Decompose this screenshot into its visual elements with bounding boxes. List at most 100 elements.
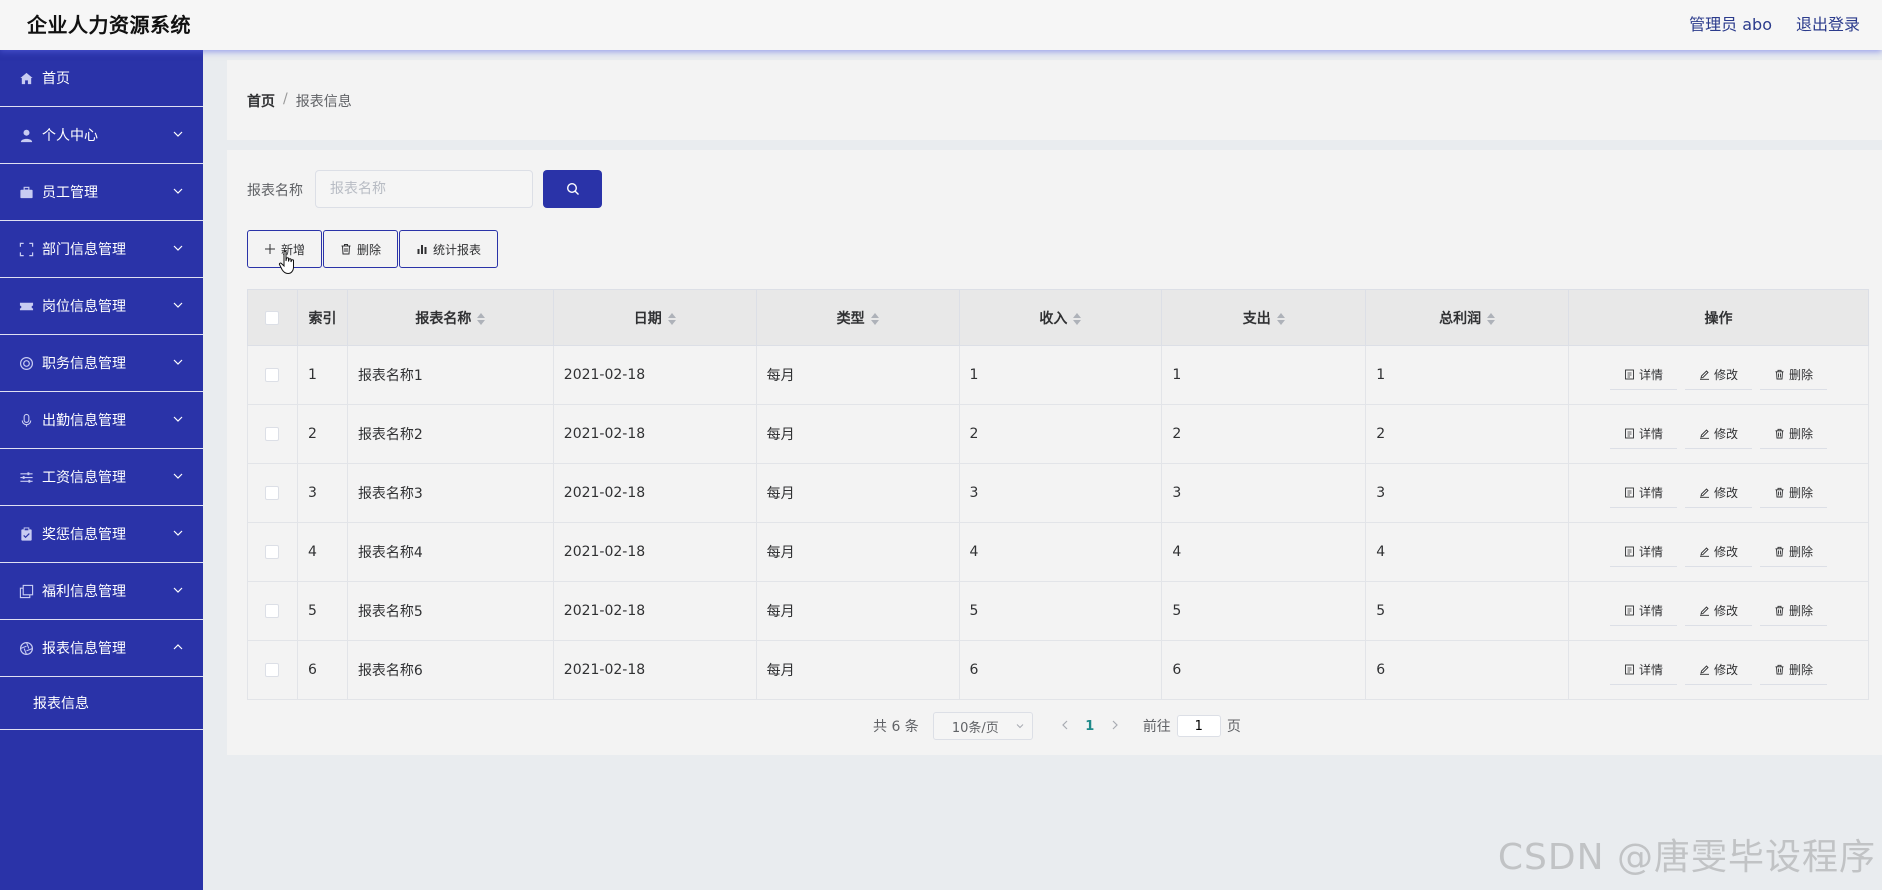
column-header-date[interactable]: 日期 [552, 289, 757, 346]
sidebar-item-benefits[interactable]: 福利信息管理 [0, 563, 203, 620]
row-delete-button[interactable]: 删除 [1760, 655, 1828, 685]
cell-actions: 详情 修改 删除 [1568, 345, 1869, 405]
edit-button[interactable]: 修改 [1685, 596, 1753, 626]
sort-icon[interactable] [1276, 312, 1285, 326]
column-header-type[interactable]: 类型 [755, 289, 960, 346]
row-checkbox[interactable] [265, 368, 280, 382]
row-select-cell [247, 345, 298, 405]
page-number-current[interactable]: 1 [1075, 719, 1105, 734]
chevron-left-icon [1061, 720, 1068, 730]
sidebar-item-attendance[interactable]: 出勤信息管理 [0, 392, 203, 449]
detail-button[interactable]: 详情 [1609, 360, 1677, 390]
clipboard-icon [18, 526, 34, 542]
sidebar-item-label: 职务信息管理 [42, 356, 126, 372]
cell-index: 1 [296, 345, 348, 405]
sort-icon[interactable] [667, 312, 676, 326]
sidebar: 首页 个人中心 员工管理 部门信息管理 岗位信息管理 职务信息管理 出勤信息管理… [0, 50, 203, 890]
logout-link[interactable]: 退出登录 [1796, 11, 1860, 35]
detail-button[interactable]: 详情 [1609, 419, 1677, 449]
sidebar-subitem-label: 报表信息 [33, 696, 89, 712]
page-size-select[interactable]: 10条/页 [932, 712, 1033, 740]
row-actions: 详情 修改 删除 [1569, 537, 1868, 567]
row-delete-button-label: 删除 [1789, 545, 1814, 559]
table-row: 6 报表名称6 2021-02-18 每月 6 6 6 详情 修改 删除 [247, 640, 1869, 700]
column-header-actions: 操作 [1568, 289, 1869, 346]
row-delete-button[interactable]: 删除 [1760, 419, 1828, 449]
sidebar-subitem-report-info[interactable]: 报表信息 [0, 677, 203, 730]
goto-page-input[interactable] [1176, 715, 1221, 737]
aperture-icon [18, 640, 34, 656]
sidebar-item-label: 出勤信息管理 [42, 413, 126, 429]
search-button[interactable] [543, 170, 602, 208]
detail-button-label: 详情 [1638, 604, 1663, 618]
cell-actions: 详情 修改 删除 [1568, 640, 1869, 700]
chevron-down-icon [173, 131, 183, 137]
cell-date: 2021-02-18 [552, 463, 757, 523]
sidebar-item-employees[interactable]: 员工管理 [0, 164, 203, 221]
table-row: 3 报表名称3 2021-02-18 每月 3 3 3 详情 修改 删除 [247, 463, 1869, 523]
delete-button[interactable]: 删除 [323, 230, 399, 268]
column-header-profit[interactable]: 总利润 [1365, 289, 1570, 346]
cell-index: 3 [296, 463, 348, 523]
sidebar-item-home[interactable]: 首页 [0, 50, 203, 107]
edit-button[interactable]: 修改 [1685, 478, 1753, 508]
row-delete-button[interactable]: 删除 [1760, 360, 1828, 390]
detail-button[interactable]: 详情 [1609, 655, 1677, 685]
row-delete-button[interactable]: 删除 [1760, 478, 1828, 508]
sort-icon[interactable] [1487, 312, 1496, 326]
sidebar-item-rewards[interactable]: 奖惩信息管理 [0, 506, 203, 563]
cell-expense: 3 [1161, 463, 1367, 523]
sliders-icon [18, 469, 34, 485]
column-header-expense[interactable]: 支出 [1161, 289, 1367, 346]
cell-expense: 4 [1161, 522, 1367, 582]
column-header-label: 报表名称 [415, 310, 472, 327]
row-checkbox[interactable] [265, 663, 280, 677]
cell-report-name: 报表名称2 [346, 404, 554, 464]
row-delete-button[interactable]: 删除 [1760, 537, 1828, 567]
sort-icon[interactable] [870, 312, 879, 326]
sidebar-item-departments[interactable]: 部门信息管理 [0, 221, 203, 278]
plus-icon [265, 244, 275, 254]
edit-button[interactable]: 修改 [1685, 537, 1753, 567]
stats-report-button[interactable]: 统计报表 [399, 230, 499, 268]
admin-user-label[interactable]: 管理员 abo [1689, 11, 1772, 35]
cell-date: 2021-02-18 [552, 345, 757, 405]
edit-button[interactable]: 修改 [1685, 419, 1753, 449]
row-checkbox[interactable] [265, 604, 280, 618]
sidebar-item-salary[interactable]: 工资信息管理 [0, 449, 203, 506]
row-delete-button[interactable]: 删除 [1760, 596, 1828, 626]
detail-button-label: 详情 [1638, 368, 1663, 382]
detail-button[interactable]: 详情 [1609, 596, 1677, 626]
sidebar-item-duties[interactable]: 职务信息管理 [0, 335, 203, 392]
sidebar-item-profile[interactable]: 个人中心 [0, 107, 203, 164]
microphone-icon [18, 412, 34, 428]
column-header-name[interactable]: 报表名称 [346, 289, 554, 346]
sidebar-item-label: 福利信息管理 [42, 584, 126, 600]
bar-chart-icon [417, 245, 427, 254]
sidebar-item-reports[interactable]: 报表信息管理 [0, 620, 203, 677]
breadcrumb-home[interactable]: 首页 [247, 91, 275, 111]
chevron-down-icon [1016, 724, 1024, 729]
row-checkbox[interactable] [265, 486, 280, 500]
prev-page-button[interactable] [1055, 718, 1075, 734]
next-page-button[interactable] [1105, 718, 1125, 734]
column-header-income[interactable]: 收入 [958, 289, 1163, 346]
edit-icon [1700, 488, 1709, 498]
sort-icon[interactable] [1073, 312, 1082, 326]
cell-type: 每月 [755, 522, 960, 582]
column-header-label: 收入 [1039, 310, 1068, 327]
select-all-checkbox[interactable] [265, 310, 280, 325]
sidebar-item-positions[interactable]: 岗位信息管理 [0, 278, 203, 335]
edit-button[interactable]: 修改 [1685, 360, 1753, 390]
row-checkbox[interactable] [265, 427, 280, 441]
search-input[interactable] [315, 170, 533, 208]
table-body: 1 报表名称1 2021-02-18 每月 1 1 1 详情 修改 删除 2 报表名称2 2021-02… [247, 345, 1869, 700]
table-row: 4 报表名称4 2021-02-18 每月 4 4 4 详情 修改 删除 [247, 522, 1869, 582]
edit-button[interactable]: 修改 [1685, 655, 1753, 685]
detail-button[interactable]: 详情 [1609, 478, 1677, 508]
row-checkbox[interactable] [265, 545, 280, 559]
sort-icon[interactable] [477, 312, 486, 326]
detail-button[interactable]: 详情 [1609, 537, 1677, 567]
sidebar-item-label: 部门信息管理 [42, 242, 126, 258]
goto-page: 前往 页 [1143, 715, 1241, 737]
